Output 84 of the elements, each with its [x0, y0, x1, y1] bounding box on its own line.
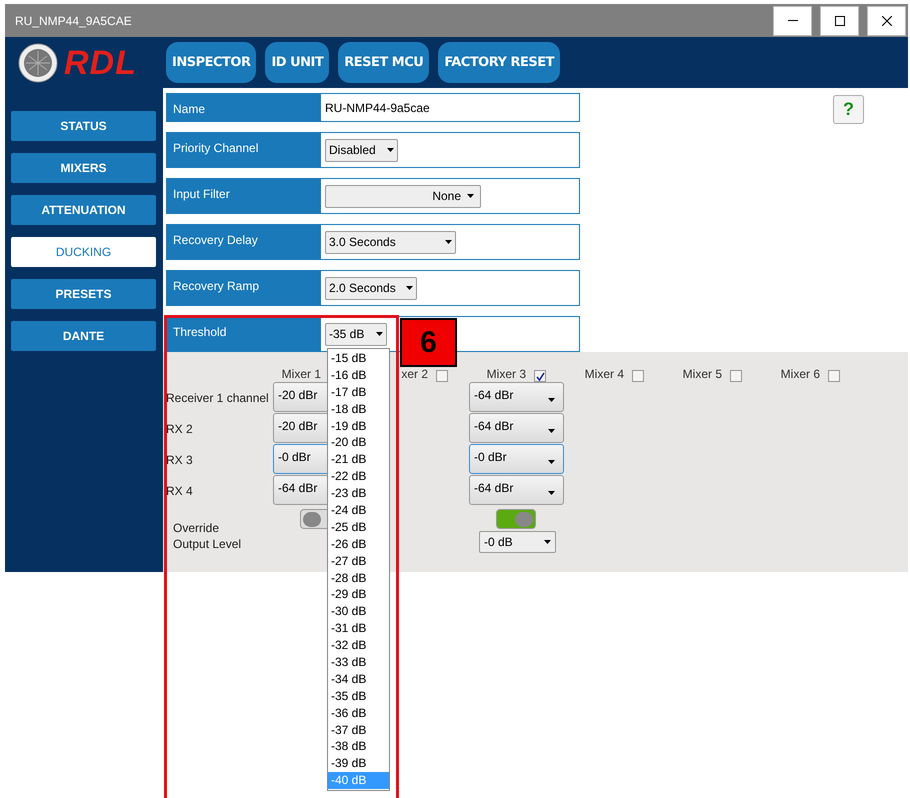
mixer-label: Mixer 4 — [584, 367, 624, 382]
maximize-button[interactable] — [820, 6, 859, 36]
checkbox[interactable] — [436, 370, 448, 382]
caret-icon — [544, 540, 551, 544]
dropdown-option[interactable]: -15 dB — [328, 350, 389, 367]
caret-icon — [548, 429, 555, 433]
dropdown-option[interactable]: -16 dB — [328, 366, 389, 384]
dropdown-option[interactable]: -39 dB — [328, 755, 389, 772]
window-title: RU_NMP44_9A5CAE — [15, 12, 132, 30]
dropdown-option[interactable]: -32 dB — [328, 637, 389, 654]
caret-icon — [467, 194, 474, 198]
dropdown-option[interactable]: -37 dB — [328, 722, 389, 738]
field-label: Recovery Delay — [167, 225, 321, 259]
field-label: Threshold — [167, 317, 321, 351]
dropdown-option[interactable]: -31 dB — [328, 620, 389, 638]
level-select[interactable]: -64 dBr — [469, 382, 564, 412]
sidebar-item[interactable]: MIXERS — [11, 153, 156, 183]
field-label: Recovery Ramp — [167, 271, 321, 305]
toolbar-button[interactable]: RESET MCU — [338, 42, 430, 83]
dropdown-option[interactable]: -27 dB — [328, 552, 389, 570]
check-icon — [536, 372, 544, 380]
caret-icon — [445, 240, 452, 244]
checkbox[interactable] — [730, 370, 742, 382]
caret-icon — [376, 332, 383, 336]
sidebar-item[interactable]: STATUS — [11, 111, 156, 141]
checkbox[interactable] — [632, 370, 644, 382]
dropdown-option[interactable]: -34 dB — [328, 670, 389, 688]
field-label: Name — [167, 94, 321, 121]
override-label: Override Output Level — [173, 520, 242, 552]
override-toggle[interactable] — [496, 509, 536, 529]
select-field[interactable]: 3.0 Seconds — [325, 230, 456, 254]
field-label: Priority Channel — [167, 133, 321, 167]
mixer-label: Mixer 1 — [280, 367, 321, 382]
select-field[interactable]: -35 dB — [325, 322, 387, 346]
channel-label: RX 3 — [166, 452, 193, 468]
mixer-label: xer 2 — [400, 367, 428, 382]
caret-icon — [387, 148, 394, 152]
select-field[interactable]: Disabled — [325, 138, 398, 162]
close-icon — [882, 16, 892, 26]
maximize-icon — [834, 16, 844, 26]
dropdown-option[interactable]: -28 dB — [328, 570, 389, 586]
checkbox[interactable] — [534, 370, 546, 382]
mixer-label: Mixer 5 — [682, 367, 722, 382]
output-level-select[interactable]: -0 dB — [479, 531, 556, 553]
toolbar-button[interactable]: FACTORY RESET — [438, 42, 560, 83]
channel-label: RX 2 — [166, 420, 193, 438]
sidebar-item[interactable]: DUCKING — [11, 237, 156, 267]
caret-icon — [406, 286, 413, 290]
logo-emblem-icon — [18, 42, 58, 82]
dropdown-option[interactable]: -38 dB — [328, 738, 389, 756]
select-field[interactable]: None — [325, 184, 481, 208]
select-field[interactable]: 2.0 Seconds — [325, 276, 417, 300]
dropdown-option[interactable]: -24 dB — [328, 502, 389, 519]
dropdown-option[interactable]: -36 dB — [328, 704, 389, 722]
dropdown-option[interactable]: -29 dB — [328, 586, 389, 604]
level-select[interactable]: -64 dBr — [469, 413, 564, 443]
logo-text: RDL — [64, 46, 137, 80]
checkbox[interactable] — [828, 370, 840, 382]
level-select[interactable]: -0 dBr — [469, 444, 564, 474]
mixer-label: Mixer 6 — [780, 367, 820, 382]
sidebar-item[interactable]: DANTE — [11, 321, 156, 351]
sidebar-item[interactable]: ATTENUATION — [11, 195, 156, 225]
dropdown-option[interactable]: -30 dB — [328, 603, 389, 620]
channel-label: RX 4 — [166, 482, 193, 500]
dropdown-option[interactable]: -26 dB — [328, 536, 389, 553]
caret-icon — [548, 491, 555, 495]
close-button[interactable] — [867, 6, 906, 36]
channel-label: Receiver 1 channel — [166, 390, 269, 406]
minimize-button[interactable] — [773, 6, 812, 36]
sidebar-item[interactable]: PRESETS — [11, 279, 156, 309]
minimize-icon — [788, 20, 798, 22]
help-button[interactable]: ? — [833, 95, 864, 124]
toolbar-button[interactable]: ID UNIT — [265, 42, 330, 83]
level-select[interactable]: -64 dBr — [469, 475, 564, 505]
caret-icon — [548, 460, 555, 464]
toolbar-button[interactable]: INSPECTOR — [166, 42, 256, 83]
dropdown-option[interactable]: -25 dB — [328, 518, 389, 536]
dropdown-option[interactable]: -35 dB — [328, 688, 389, 705]
dropdown-option[interactable]: -33 dB — [328, 654, 389, 671]
caret-icon — [548, 398, 555, 402]
field-label: Input Filter — [167, 179, 321, 213]
annotation-badge: 6 — [400, 318, 457, 367]
mixer-label: Mixer 3 — [486, 367, 526, 382]
field-value: RU-NMP44-9a5cae — [325, 100, 430, 116]
